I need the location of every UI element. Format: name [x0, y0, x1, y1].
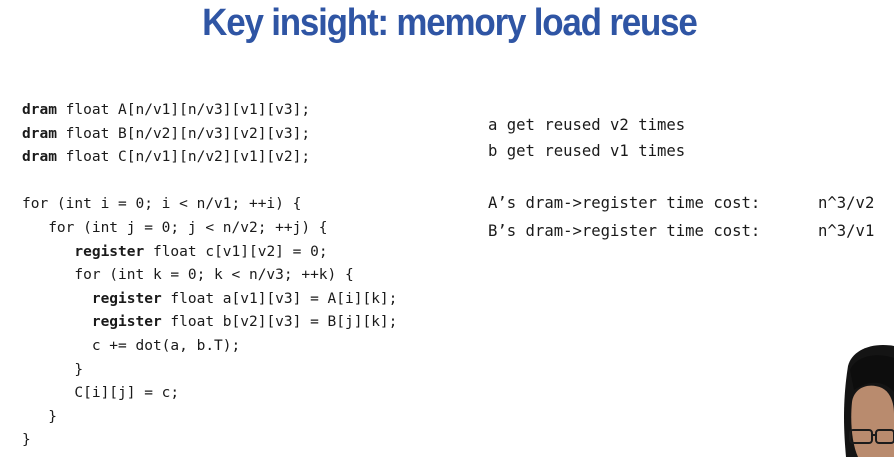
code-text: c += dot(a, b.T); — [22, 337, 241, 354]
code-line: C[i][j] = c; — [22, 382, 397, 406]
code-line: dram float C[n/v1][n/v2][v1][v2]; — [22, 146, 397, 170]
code-line: for (int j = 0; j < n/v2; ++j) { — [22, 217, 397, 241]
cost-b-value: n^3/v1 — [818, 222, 875, 240]
code-line: register float b[v2][v3] = B[j][k]; — [22, 311, 398, 335]
code-text: float c[v1][v2] = 0; — [144, 243, 328, 260]
code-line: c += dot(a, b.T); — [22, 335, 397, 359]
cost-a-label: A’s dram->register time cost: — [488, 194, 761, 212]
reuse-a-note: a get reused v2 times — [488, 116, 686, 134]
code-keyword: dram — [22, 149, 57, 166]
code-text: for (int k = 0; k < n/v3; ++k) { — [22, 267, 354, 284]
code-keyword: dram — [22, 125, 57, 142]
cost-a-value: n^3/v2 — [818, 194, 875, 212]
code-text: } — [22, 408, 57, 425]
code-keyword: register — [91, 314, 162, 331]
presenter-silhouette — [838, 344, 894, 457]
code-line: } — [22, 406, 397, 430]
code-keyword: register — [74, 243, 145, 260]
code-text: float B[n/v2][n/v3][v2][v3]; — [56, 125, 311, 142]
code-line: } — [22, 429, 397, 453]
slide-title: Key insight: memory load reuse — [202, 2, 698, 44]
presenter-video-thumbnail — [838, 344, 894, 457]
code-text: float C[n/v1][n/v2][v1][v2]; — [56, 149, 311, 166]
code-text: float b[v2][v3] = B[j][k]; — [161, 314, 398, 331]
code-text: float A[n/v1][n/v3][v1][v3]; — [56, 102, 311, 118]
code-keyword: dram — [22, 102, 57, 118]
cost-b-label: B’s dram->register time cost: — [488, 222, 761, 240]
notes-panel: a get reused v2 times b get reused v1 ti… — [488, 116, 874, 242]
code-text: } — [22, 361, 84, 378]
code-keyword: register — [91, 290, 162, 307]
code-line: ​ — [22, 170, 397, 194]
code-block: dram float A[n/v1][n/v3][v1][v3]; dram fl… — [22, 99, 397, 453]
reuse-b-note: b get reused v1 times — [488, 142, 686, 160]
code-line: for (int k = 0; k < n/v3; ++k) { — [22, 264, 397, 288]
code-text: for (int j = 0; j < n/v2; ++j) { — [22, 219, 328, 236]
code-line: } — [22, 359, 397, 383]
code-line: for (int i = 0; i < n/v1; ++i) { — [22, 193, 397, 217]
code-line: dram float B[n/v2][n/v3][v2][v3]; — [22, 123, 397, 147]
code-line: register float c[v1][v2] = 0; — [22, 241, 397, 265]
code-line: register float a[v1][v3] = A[i][k]; — [22, 288, 398, 312]
code-text: } — [22, 432, 31, 449]
code-text: C[i][j] = c; — [22, 385, 180, 402]
code-line: dram float A[n/v1][n/v3][v1][v3]; — [22, 99, 397, 123]
code-text: float a[v1][v3] = A[i][k]; — [161, 290, 398, 307]
code-text: for (int i = 0; i < n/v1; ++i) { — [22, 196, 302, 213]
